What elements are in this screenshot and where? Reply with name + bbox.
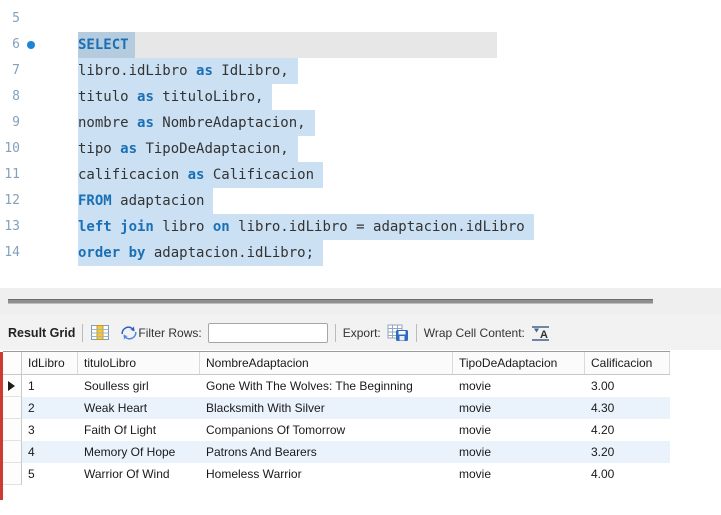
line-number: 11 [0, 162, 20, 188]
cell-IdLibro[interactable]: 4 [22, 441, 78, 463]
line-number: 13 [0, 214, 20, 240]
export-recordset-icon[interactable] [387, 324, 409, 342]
cell-Calificacion[interactable]: 4.20 [585, 419, 670, 441]
code-line-11[interactable]: 11 calificacion as Calificacion [0, 162, 721, 188]
cell-tituloLibro[interactable]: Weak Heart [78, 397, 200, 419]
code-line-13[interactable]: 13 left join libro on libro.idLibro = ada… [0, 214, 721, 240]
table-row[interactable]: 3Faith Of LightCompanions Of Tomorrowmov… [3, 419, 670, 441]
result-grid-label: Result Grid [8, 326, 75, 340]
line-number: 14 [0, 240, 20, 266]
code-line-12[interactable]: 12 FROM adaptacion [0, 188, 721, 214]
splitter-handle[interactable] [8, 299, 653, 304]
code-text: libro.idLibro as IdLibro, [78, 58, 298, 84]
line-number: 7 [0, 58, 20, 84]
code-line-7[interactable]: 7 libro.idLibro as IdLibro, [0, 58, 721, 84]
toolbar-separator [82, 324, 83, 342]
mysql-workbench-window: 4SELECT * from libro;56SELECT7libro.idLi… [0, 0, 721, 515]
code-text: calificacion as Calificacion [78, 162, 323, 188]
line-number: 6 [0, 32, 20, 58]
line-number: 9 [0, 110, 20, 136]
filter-rows-input[interactable] [208, 323, 328, 343]
cell-tituloLibro[interactable]: Warrior Of Wind [78, 463, 200, 485]
cell-tituloLibro[interactable]: Memory Of Hope [78, 441, 200, 463]
line-number: 8 [0, 84, 20, 110]
result-grid-table: IdLibrotituloLibroNombreAdaptacionTipoDe… [3, 351, 670, 485]
filter-rows-label: Filter Rows: [138, 326, 201, 340]
cell-TipoDeAdaptacion[interactable]: movie [453, 397, 585, 419]
code-line-8[interactable]: 8 titulo as tituloLibro, [0, 84, 721, 110]
code-line-10[interactable]: 10 tipo as TipoDeAdaptacion, [0, 136, 721, 162]
cell-IdLibro[interactable]: 5 [22, 463, 78, 485]
code-text: tipo as TipoDeAdaptacion, [78, 136, 298, 162]
cell-TipoDeAdaptacion[interactable]: movie [453, 375, 585, 397]
row-selector[interactable] [3, 441, 22, 463]
column-header-tituloLibro[interactable]: tituloLibro [78, 352, 200, 374]
code-text: titulo as tituloLibro, [78, 84, 272, 110]
line-number: 12 [0, 188, 20, 214]
table-row[interactable]: 4Memory Of HopePatrons And Bearersmovie3… [3, 441, 670, 463]
code-line-6[interactable]: 6 SELECT [0, 32, 721, 58]
row-selector[interactable] [3, 463, 22, 485]
header-row: IdLibrotituloLibroNombreAdaptacionTipoDe… [3, 352, 670, 375]
code-line-5[interactable]: 5 [0, 6, 721, 32]
cell-NombreAdaptacion[interactable]: Blacksmith With Silver [200, 397, 453, 419]
cell-tituloLibro[interactable]: Faith Of Light [78, 419, 200, 441]
row-selector[interactable] [3, 419, 22, 441]
line-number: 5 [0, 6, 20, 32]
result-grid-toolbar: Result Grid Filter Rows: Export: [0, 315, 721, 350]
code-line-14[interactable]: 14 order by adaptacion.idLibro; [0, 240, 721, 266]
cell-Calificacion[interactable]: 4.30 [585, 397, 670, 419]
column-header-TipoDeAdaptacion[interactable]: TipoDeAdaptacion [453, 352, 585, 374]
code-text: SELECT [78, 32, 135, 58]
table-row[interactable]: 1Soulless girlGone With The Wolves: The … [3, 375, 670, 397]
refresh-icon[interactable] [120, 325, 138, 341]
table-row[interactable]: 2Weak HeartBlacksmith With Silvermovie4.… [3, 397, 670, 419]
cell-Calificacion[interactable]: 4.00 [585, 463, 670, 485]
panel-splitter [0, 288, 721, 315]
toolbar-separator [416, 324, 417, 342]
table-row[interactable]: 5Warrior Of WindHomeless Warriormovie4.0… [3, 463, 670, 485]
row-selector[interactable] [3, 375, 22, 397]
cell-Calificacion[interactable]: 3.20 [585, 441, 670, 463]
cell-tituloLibro[interactable]: Soulless girl [78, 375, 200, 397]
cell-Calificacion[interactable]: 3.00 [585, 375, 670, 397]
cell-TipoDeAdaptacion[interactable]: movie [453, 463, 585, 485]
current-row-arrow-icon [8, 381, 15, 391]
cell-IdLibro[interactable]: 3 [22, 419, 78, 441]
code-text: order by adaptacion.idLibro; [78, 240, 323, 266]
wrap-cell-content-icon[interactable]: A [531, 325, 551, 341]
line-number: 10 [0, 136, 20, 162]
cell-TipoDeAdaptacion[interactable]: movie [453, 419, 585, 441]
code-text: nombre as NombreAdaptacion, [78, 110, 315, 136]
code-line-9[interactable]: 9 nombre as NombreAdaptacion, [0, 110, 721, 136]
code-text: left join libro on libro.idLibro = adapt… [78, 214, 534, 240]
code-text: FROM adaptacion [78, 188, 213, 214]
statement-highlight [134, 32, 497, 58]
cell-TipoDeAdaptacion[interactable]: movie [453, 441, 585, 463]
cell-IdLibro[interactable]: 1 [22, 375, 78, 397]
grid-view-icon[interactable] [90, 324, 110, 341]
column-header-NombreAdaptacion[interactable]: NombreAdaptacion [200, 352, 453, 374]
cell-NombreAdaptacion[interactable]: Companions Of Tomorrow [200, 419, 453, 441]
column-header-IdLibro[interactable]: IdLibro [22, 352, 78, 374]
sql-editor[interactable]: 4SELECT * from libro;56SELECT7libro.idLi… [0, 0, 721, 288]
row-selector[interactable] [3, 397, 22, 419]
column-header-Calificacion[interactable]: Calificacion [585, 352, 670, 374]
toolbar-separator [335, 324, 336, 342]
cell-NombreAdaptacion[interactable]: Patrons And Bearers [200, 441, 453, 463]
statement-marker-icon [27, 41, 35, 49]
export-label: Export: [343, 326, 381, 340]
cell-IdLibro[interactable]: 2 [22, 397, 78, 419]
wrap-cell-content-label: Wrap Cell Content: [424, 326, 525, 340]
row-selector-header[interactable] [3, 352, 22, 374]
cell-NombreAdaptacion[interactable]: Gone With The Wolves: The Beginning [200, 375, 453, 397]
cell-NombreAdaptacion[interactable]: Homeless Warrior [200, 463, 453, 485]
